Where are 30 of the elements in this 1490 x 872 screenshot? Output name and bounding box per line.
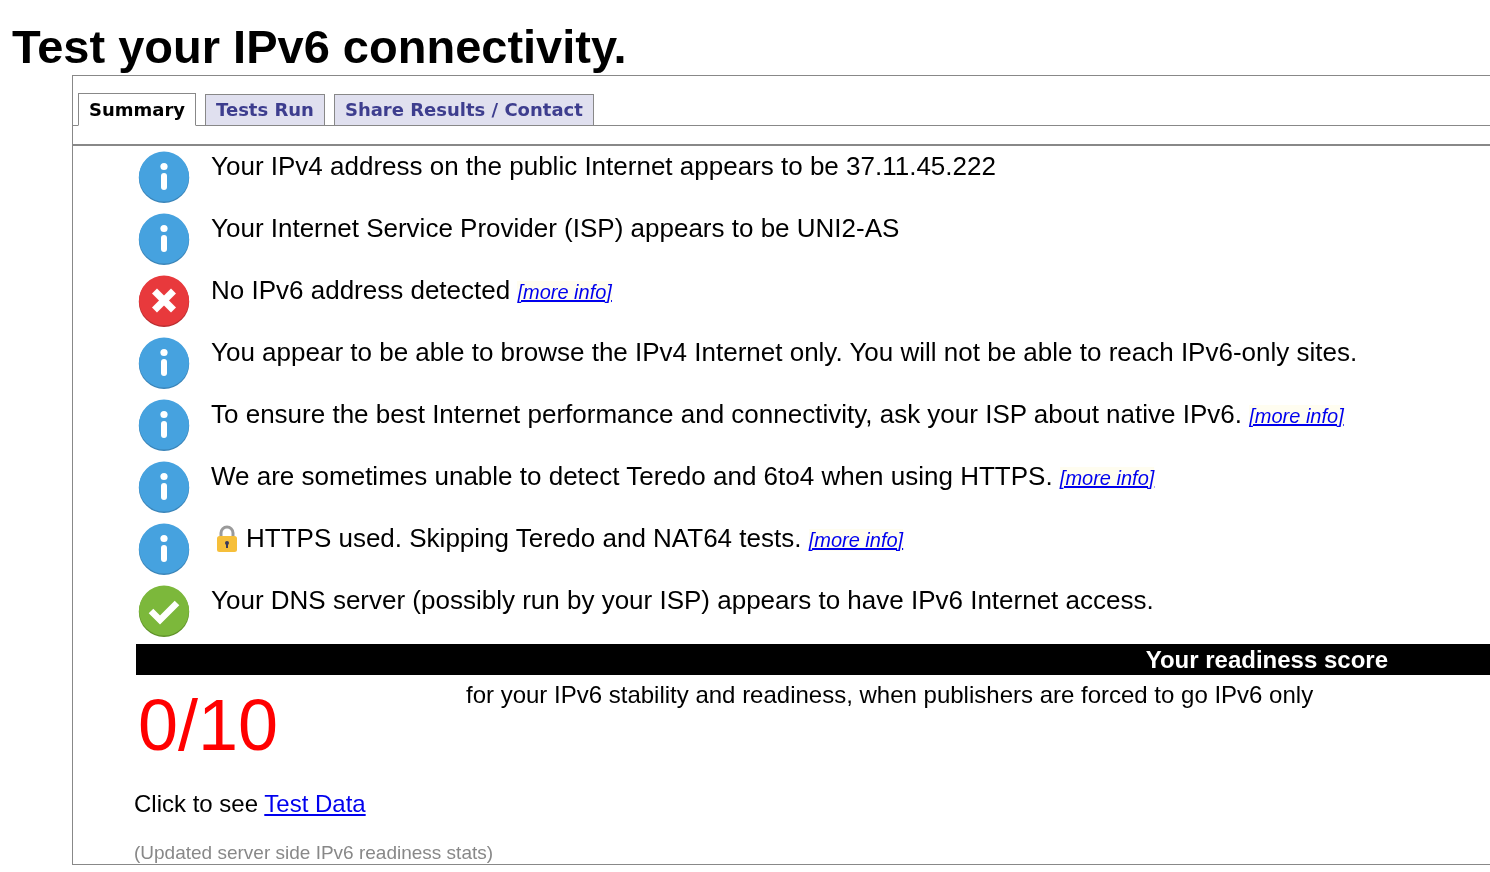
info-icon — [138, 213, 190, 265]
score-description: for your IPv6 stability and readiness, when publishers are forced to go IPv6 only — [466, 681, 1314, 709]
tab[interactable]: Share Results / Contact — [333, 94, 594, 126]
result-text: To ensure the best Internet performance and connectivity, ask your ISP about native IPv6. [more info] — [211, 399, 1344, 431]
result-text: Your Internet Service Provider (ISP) appears to be UNI2-AS — [211, 213, 900, 243]
page-title: Test your IPv6 connectivity. — [11, 19, 627, 74]
result-text: You appear to be able to browse the IPv4 Internet only. You will not be able to reach IPv6-only sites. — [211, 337, 1358, 367]
readiness-score: 0/10 — [138, 685, 279, 765]
result-text: No IPv6 address detected [more info] — [211, 275, 612, 307]
info-icon — [138, 399, 190, 451]
tab[interactable]: Tests Run — [205, 94, 325, 126]
check-icon — [138, 585, 190, 637]
info-icon — [138, 151, 190, 203]
result-text: We are sometimes unable to detect Teredo and 6to4 when using HTTPS. [more info] — [211, 461, 1155, 493]
more-info-link[interactable]: [more info] — [517, 281, 612, 303]
more-info-link[interactable]: [more info] — [1059, 467, 1155, 489]
test-data-link[interactable]: Test Data — [264, 790, 366, 817]
tab[interactable]: Summary — [78, 93, 197, 127]
info-icon — [138, 523, 190, 575]
more-info-link[interactable]: [more info] — [1249, 405, 1344, 427]
stats-note: (Updated server side IPv6 readiness stats) — [134, 842, 494, 864]
result-text: HTTPS used. Skipping Teredo and NAT64 tests. [more info] — [246, 523, 904, 555]
cross-icon — [138, 275, 190, 327]
info-icon — [138, 337, 190, 389]
result-text: Your DNS server (possibly run by your ISP) appears to have IPv6 Internet access. — [211, 585, 1154, 615]
readiness-score-header: Your readiness score — [136, 644, 1490, 675]
result-text: Your IPv4 address on the public Internet appears to be 37.11.45.222 — [211, 151, 996, 181]
more-info-link[interactable]: [more info] — [808, 529, 904, 551]
info-icon — [138, 461, 190, 513]
test-data-prompt: Click to see Test Data — [134, 790, 366, 818]
